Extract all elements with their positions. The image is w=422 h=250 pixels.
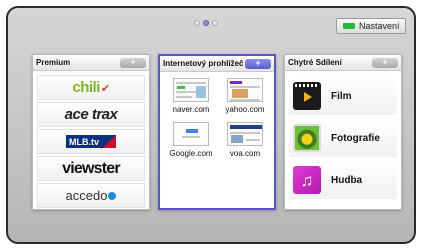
smart-share-add-button[interactable]: + [372,57,398,68]
chili-logo: chili✔ [72,79,110,96]
tv-screen: Nastavení Premium + chili✔ ace trax MLB.… [6,6,416,244]
bookmark-voa[interactable]: voa.com [220,122,270,158]
page-dot [212,20,218,26]
page-dot [194,20,200,26]
acetrax-logo: ace trax [64,106,118,123]
site-label: yahoo.com [225,105,265,114]
music-icon: ♫ [293,166,321,194]
premium-item-chili[interactable]: chili✔ [37,75,145,100]
settings-button[interactable]: Nastavení [336,18,406,34]
accedo-logo: accedo [66,188,117,203]
premium-item-mlbtv[interactable]: MLB.tv [37,129,145,154]
smart-item-label: Film [331,90,352,102]
film-icon [293,82,321,110]
site-thumbnail [173,78,209,102]
site-label: naver.com [172,105,210,114]
bookmark-grid: naver.com yahoo.com Google.com voa.com [166,78,270,158]
site-thumbnail [173,122,209,146]
premium-panel: Premium + chili✔ ace trax MLB.tv viewste… [32,54,150,210]
smart-item-music[interactable]: ♫ Hudba [289,161,397,199]
site-label: voa.com [229,149,261,158]
smart-item-film[interactable]: Film [289,77,397,115]
bookmark-naver[interactable]: naver.com [166,78,216,114]
premium-panel-header: Premium + [33,55,149,71]
browser-panel: Internetový prohlížeč + naver.com yahoo.… [158,54,276,210]
green-key-icon [343,23,355,29]
page-indicator [194,20,218,26]
browser-panel-title: Internetový prohlížeč [163,59,244,68]
bookmark-yahoo[interactable]: yahoo.com [220,78,270,114]
premium-add-button[interactable]: + [120,57,146,68]
smart-item-label: Hudba [331,174,363,186]
bookmark-google[interactable]: Google.com [166,122,216,158]
site-label: Google.com [169,149,213,158]
smart-share-list: Film Fotografie ♫ Hudba [289,77,397,203]
viewster-logo: viewster [62,159,120,177]
mlbtv-logo: MLB.tv [66,135,116,148]
smart-share-panel-title: Chytré Sdílení [288,58,342,67]
photo-icon [293,124,321,152]
premium-item-acetrax[interactable]: ace trax [37,102,145,127]
page-dot-active [203,20,209,26]
smart-item-label: Fotografie [331,132,380,144]
premium-item-accedo[interactable]: accedo [37,183,145,208]
site-thumbnail [227,78,263,102]
settings-label: Nastavení [359,21,400,31]
premium-item-viewster[interactable]: viewster [37,156,145,181]
site-thumbnail [227,122,263,146]
smart-share-panel: Chytré Sdílení + Film Fotografie ♫ Hudba [284,54,402,210]
premium-panel-title: Premium [36,58,71,67]
premium-list: chili✔ ace trax MLB.tv viewster accedo [37,75,145,210]
browser-panel-header: Internetový prohlížeč + [160,56,274,72]
smart-item-photos[interactable]: Fotografie [289,119,397,157]
smart-share-panel-header: Chytré Sdílení + [285,55,401,71]
browser-add-button[interactable]: + [245,58,271,69]
